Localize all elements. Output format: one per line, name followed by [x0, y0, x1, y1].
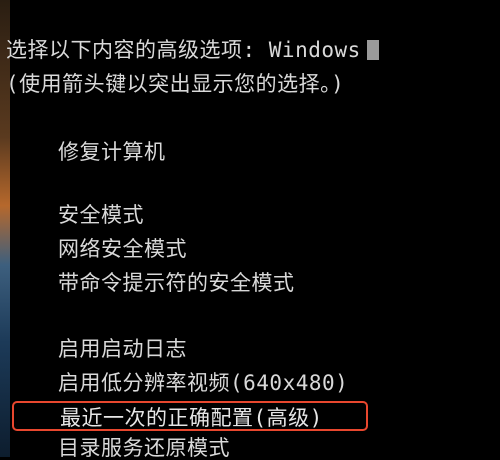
cursor-block: [366, 40, 379, 60]
advanced-boot-options-screen: 选择以下内容的高级选项: Windows (使用箭头键以突出显示您的选择。) 修…: [0, 0, 500, 460]
menu-item-safe-mode-command-prompt[interactable]: 带命令提示符的安全模式: [58, 271, 295, 295]
menu-item-safe-mode-networking[interactable]: 网络安全模式: [58, 237, 187, 261]
menu-item-low-resolution-video[interactable]: 启用低分辨率视频(640x480): [58, 371, 348, 395]
menu-item-repair-computer[interactable]: 修复计算机: [58, 140, 166, 164]
menu-item-directory-services-restore[interactable]: 目录服务还原模式: [58, 436, 230, 460]
menu-item-last-known-good-configuration[interactable]: 最近一次的正确配置(高级): [12, 401, 368, 431]
boot-options-title: 选择以下内容的高级选项: Windows: [6, 38, 379, 62]
menu-item-safe-mode[interactable]: 安全模式: [58, 203, 144, 227]
title-text: 选择以下内容的高级选项: Windows: [6, 38, 361, 62]
boot-options-hint: (使用箭头键以突出显示您的选择。): [6, 72, 345, 96]
menu-item-boot-logging[interactable]: 启用启动日志: [58, 337, 187, 361]
